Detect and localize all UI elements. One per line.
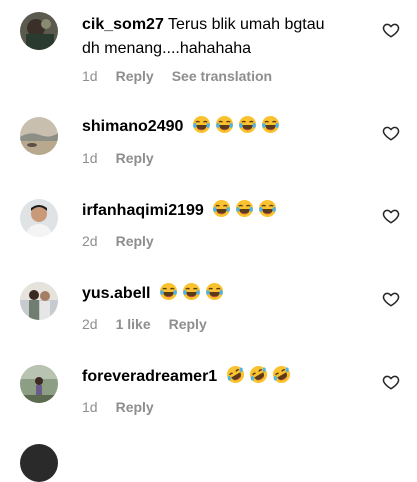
reply-button[interactable]: Reply bbox=[116, 68, 154, 84]
avatar[interactable] bbox=[20, 12, 58, 50]
avatar[interactable] bbox=[20, 444, 58, 482]
comment-username[interactable]: irfanhaqimi2199 bbox=[82, 202, 204, 219]
comment-text: Terus blik umah bgtau bbox=[168, 16, 325, 33]
heart-outline-icon[interactable] bbox=[382, 290, 400, 308]
laughing-tears-emoji-icon bbox=[235, 199, 254, 218]
comment-timestamp: 2d bbox=[82, 316, 98, 332]
heart-outline-icon[interactable] bbox=[382, 207, 400, 225]
comment-timestamp: 2d bbox=[82, 233, 98, 249]
laughing-tears-emoji-icon bbox=[205, 282, 224, 301]
rolling-laughing-emoji-icon bbox=[249, 365, 268, 384]
comment-username[interactable]: shimano2490 bbox=[82, 118, 183, 135]
comment-username[interactable]: yus.abell bbox=[82, 285, 150, 302]
laughing-tears-emoji-icon bbox=[238, 115, 257, 134]
see-translation-button[interactable]: See translation bbox=[172, 68, 272, 84]
reply-button[interactable]: Reply bbox=[116, 399, 154, 415]
comment-emojis bbox=[192, 115, 280, 134]
comment-emojis bbox=[212, 199, 277, 218]
heart-outline-icon[interactable] bbox=[382, 373, 400, 391]
heart-outline-icon[interactable] bbox=[382, 21, 400, 39]
laughing-tears-emoji-icon bbox=[258, 199, 277, 218]
laughing-tears-emoji-icon bbox=[261, 115, 280, 134]
laughing-tears-emoji-icon bbox=[182, 282, 201, 301]
like-count-button[interactable]: 1 like bbox=[116, 316, 151, 332]
avatar[interactable] bbox=[20, 199, 58, 237]
comment-username[interactable]: foreveradreamer1 bbox=[82, 368, 217, 385]
reply-button[interactable]: Reply bbox=[116, 150, 154, 166]
comment-text-continued: dh menang....hahahaha bbox=[82, 40, 252, 57]
reply-button[interactable]: Reply bbox=[169, 316, 207, 332]
avatar[interactable] bbox=[20, 117, 58, 155]
comment-username[interactable]: cik_som27 bbox=[82, 16, 164, 33]
comment-emojis bbox=[226, 365, 291, 384]
avatar[interactable] bbox=[20, 282, 58, 320]
avatar[interactable] bbox=[20, 365, 58, 403]
comment-timestamp: 1d bbox=[82, 68, 98, 84]
laughing-tears-emoji-icon bbox=[159, 282, 178, 301]
laughing-tears-emoji-icon bbox=[212, 199, 231, 218]
heart-outline-icon[interactable] bbox=[382, 124, 400, 142]
comment-timestamp: 1d bbox=[82, 150, 98, 166]
laughing-tears-emoji-icon bbox=[215, 115, 234, 134]
rolling-laughing-emoji-icon bbox=[226, 365, 245, 384]
comment-timestamp: 1d bbox=[82, 399, 98, 415]
reply-button[interactable]: Reply bbox=[116, 233, 154, 249]
laughing-tears-emoji-icon bbox=[192, 115, 211, 134]
rolling-laughing-emoji-icon bbox=[272, 365, 291, 384]
comment-emojis bbox=[159, 282, 224, 301]
